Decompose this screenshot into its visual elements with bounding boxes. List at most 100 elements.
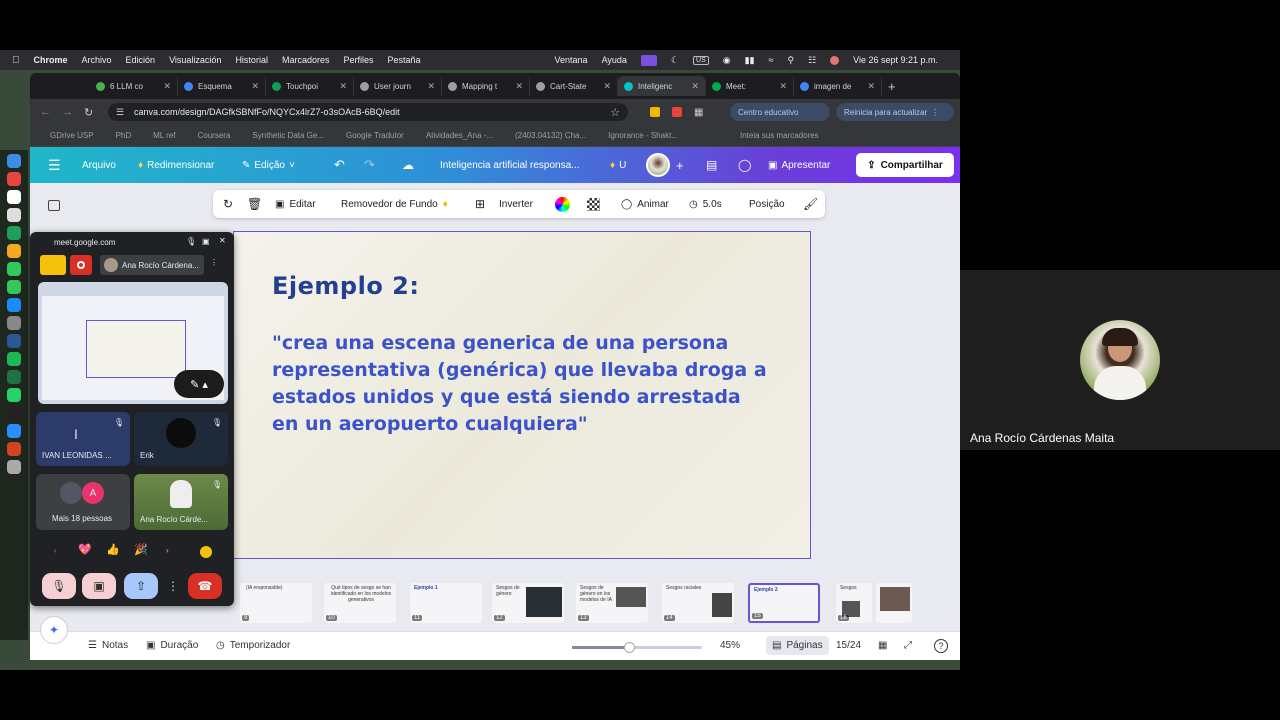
page-thumbnail[interactable]: Qué tipos de sesgo se han identificado e… [324,583,396,623]
zoom-slider-handle[interactable] [624,642,635,653]
reaction-heart[interactable]: 💖 [78,543,92,556]
settings-icon[interactable] [7,316,21,330]
bookmark-folder[interactable]: PhD [116,131,132,140]
browser-tab-active[interactable]: Inteligenc ✕ [618,76,706,96]
all-bookmarks-folder[interactable]: Inteia sus marcadores [740,131,819,140]
share-button[interactable]: ⇪ Compartilhar [856,153,954,177]
browser-tab[interactable]: imagen de ✕ [794,76,882,96]
new-tab-button[interactable]: + [888,79,896,94]
pages-button[interactable]: ▤ Páginas [766,636,829,655]
bookmark-item[interactable]: Synthetic Data Ge... [252,131,324,140]
annotate-button[interactable]: ✎ ▴ [174,370,224,398]
bookmark-star-icon[interactable]: ☆ [610,106,620,119]
page-thumbnail[interactable]: Sesgos de género en los modelos de IA 13 [576,583,648,623]
mic-toggle-button[interactable]: 🎙 [42,573,76,599]
zoom-icon[interactable] [7,424,21,438]
trash-icon[interactable] [7,460,21,474]
magic-assistant-icon[interactable]: ✦ [40,616,68,644]
comment-icon[interactable]: ◯ [738,158,751,172]
photos-icon[interactable] [7,244,21,258]
facetime-icon[interactable] [7,262,21,276]
sidebar-toggle-icon[interactable] [48,200,60,211]
education-profile-chip[interactable]: Centro educativo [730,103,830,121]
site-info-icon[interactable]: ☰ [116,107,124,118]
animate-button[interactable]: ◯ Animar [621,199,669,210]
extension-icon[interactable] [672,107,682,117]
page-thumbnail[interactable] [876,583,912,623]
reaction-party[interactable]: 🎉 [134,543,148,556]
reactions-next-icon[interactable]: › [166,546,169,555]
avatar[interactable] [646,153,670,177]
browser-tab[interactable]: Esquema ✕ [178,76,266,96]
browser-tab[interactable]: Cart-State ✕ [530,76,618,96]
menu-pestana[interactable]: Pestaña [388,55,421,65]
browser-tab[interactable]: Meet: ✕ [706,76,794,96]
moon-icon[interactable]: ☾ [671,55,679,66]
calendar-icon[interactable] [7,190,21,204]
zoom-level[interactable]: 45% [720,640,740,651]
slide-body-text[interactable]: "crea una escena generica de una persona… [272,330,772,438]
redo-icon[interactable]: ↷ [364,157,375,173]
menu-visualizacion[interactable]: Visualización [169,55,221,65]
delete-icon[interactable]: 🗑 [247,197,262,211]
edit-image-button[interactable]: ▣ Editar [275,199,316,210]
close-icon[interactable]: ✕ [339,81,347,92]
cloud-saved-icon[interactable]: ☁ [402,158,414,172]
menu-ventana[interactable]: Ventana [555,55,588,65]
slide-canvas[interactable]: Ejemplo 2: "crea una escena generica de … [233,231,811,559]
word-icon[interactable] [7,334,21,348]
present-button[interactable]: ▣ Apresentar [768,160,830,171]
more-options-button[interactable]: ⋮ [166,573,180,599]
close-icon[interactable]: ✕ [219,236,226,245]
bookmark-item[interactable]: Ignorance - Shakt... [608,131,678,140]
leave-call-button[interactable]: ☎ [188,573,222,599]
menu-ayuda[interactable]: Ayuda [602,55,627,65]
finder-icon[interactable] [7,154,21,168]
color-wheel-icon[interactable] [555,196,570,212]
participant-tile[interactable]: 🎙 Ana Rocío Cárde... [134,474,228,530]
close-icon[interactable]: ✕ [163,81,171,92]
timing-button[interactable]: ◷ 5.0s [689,199,722,210]
record-icon[interactable]: ◉ [723,55,731,66]
extension-icon[interactable] [650,107,660,117]
more-vert-icon[interactable]: ⋮ [210,258,218,267]
presenter-chip[interactable]: Ana Rocío Cárdena... [100,255,204,275]
close-icon[interactable]: ✕ [515,81,523,92]
page-thumbnail[interactable]: Ejemplo 1 11 [410,583,482,623]
bookmark-item[interactable]: GDrive USP [50,131,94,140]
paint-format-icon[interactable]: 🖌 [803,197,818,211]
page-thumbnail[interactable]: (IA responsable) 9 [240,583,312,623]
page-counter[interactable]: 15/24 [836,640,861,651]
close-icon[interactable]: ✕ [779,81,787,92]
duration-button[interactable]: ▣ Duração [146,640,198,651]
zoom-slider[interactable] [572,642,702,653]
slide-title[interactable]: Ejemplo 2: [272,272,419,300]
reactions-prev-icon[interactable]: ‹ [54,546,57,555]
terminal-icon[interactable] [7,406,21,420]
bookmark-item[interactable]: Atividades_Ana -... [426,131,493,140]
browser-tab[interactable]: User journ ✕ [354,76,442,96]
participant-tile[interactable]: I 🎙 IVAN LEONIDAS ... [36,412,130,466]
menu-edicion[interactable]: Edición [126,55,156,65]
screen-share-icon[interactable] [640,54,657,66]
url-text[interactable]: canva.com/design/DAGfkSBNfFo/NQYCx4lrZ7-… [134,107,400,117]
powerpoint-icon[interactable] [7,442,21,456]
back-to-tab-icon[interactable]: ▣ [202,237,210,246]
pycharm-icon[interactable] [7,226,21,240]
menu-marcadores[interactable]: Marcadores [282,55,330,65]
page-thumbnail[interactable]: Sesgos raciales 14 [662,583,734,623]
menubar-clock[interactable]: Vie 26 sept 9:21 p.m. [853,55,938,65]
profile-dot-icon[interactable] [830,55,840,65]
menu-hamburger-icon[interactable]: ☰ [48,157,61,174]
extensions-puzzle-icon[interactable]: ▦ [694,107,703,118]
forward-icon[interactable]: → [62,106,73,118]
browser-tab[interactable]: Touchpoi ✕ [266,76,354,96]
close-icon[interactable]: ✕ [867,81,875,92]
app-store-icon[interactable] [7,298,21,312]
more-vert-icon[interactable]: ⋮ [931,108,939,117]
spotify-icon[interactable] [7,352,21,366]
page-thumbnail-selected[interactable]: Ejemplo 2 15 [748,583,820,623]
browser-tab[interactable]: 6 LLM co ✕ [90,76,178,96]
screen-share-tile[interactable]: ✎ ▴ [38,282,228,404]
back-icon[interactable]: ← [40,106,51,118]
